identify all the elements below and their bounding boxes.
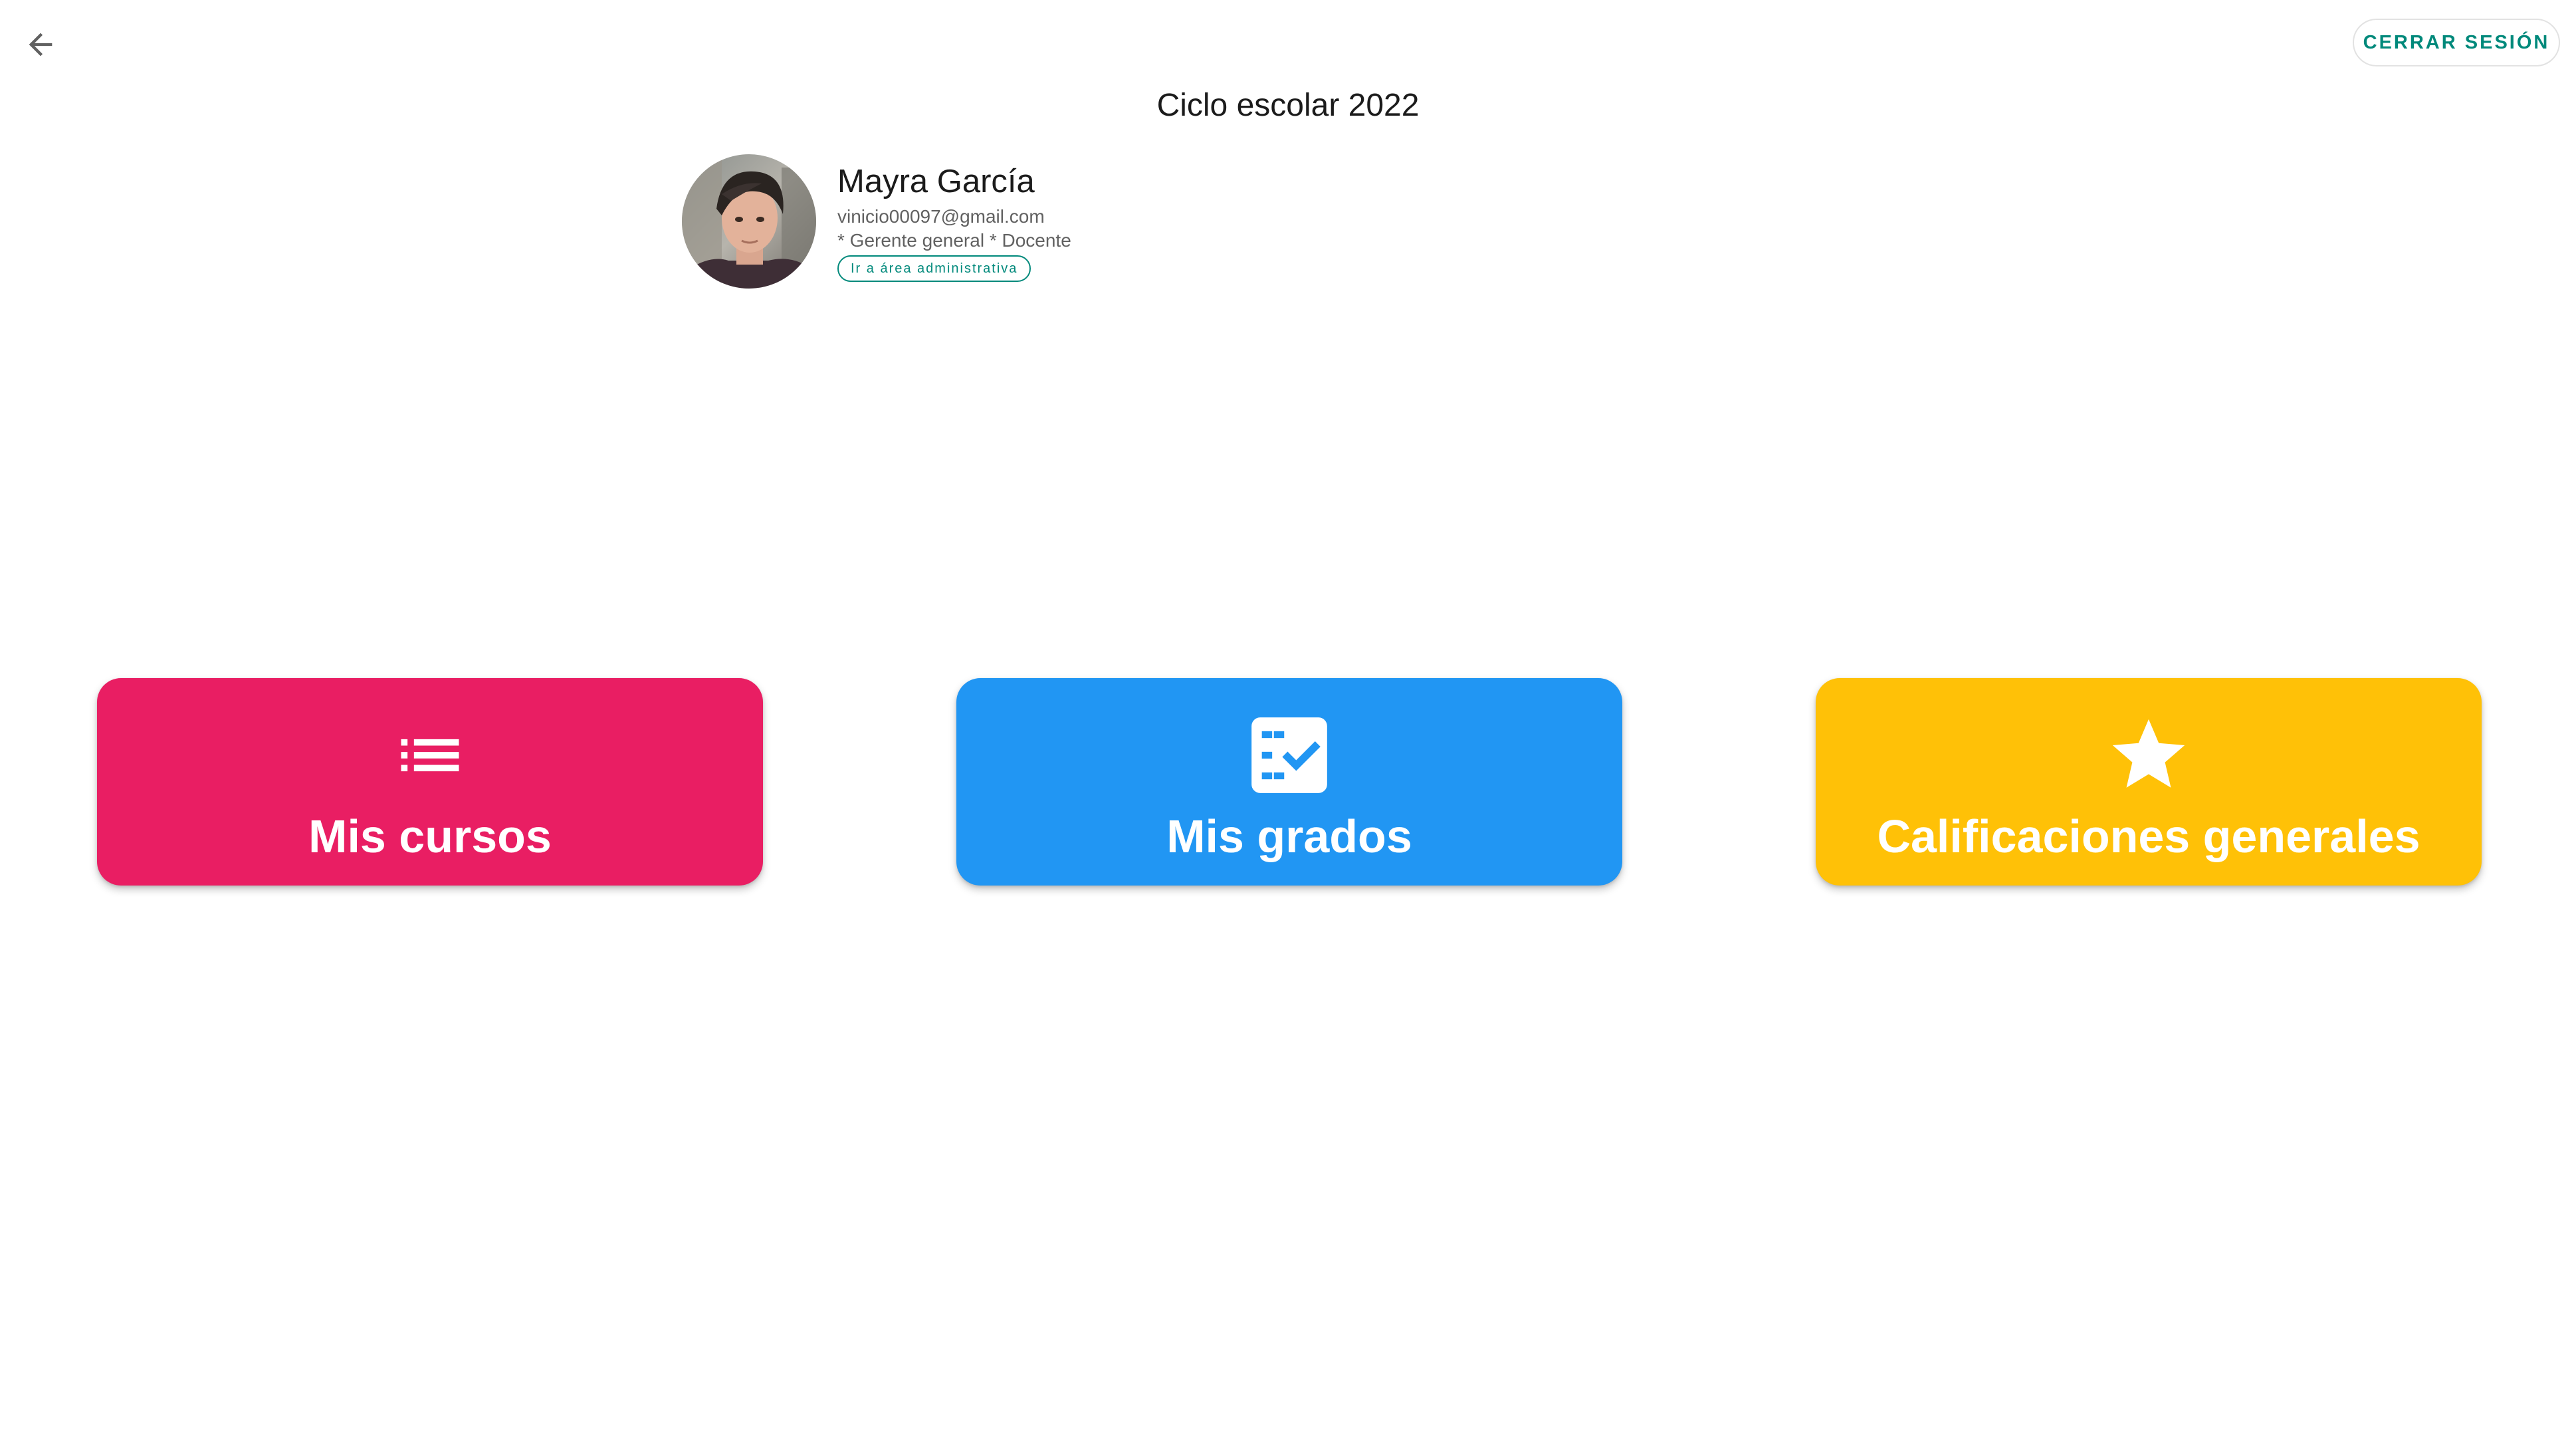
profile-info: Mayra García vinicio00097@gmail.com * Ge… [837,161,1071,282]
back-button[interactable] [12,16,69,73]
my-grades-label: Mis grados [1166,810,1412,862]
star-icon [2105,715,2192,795]
user-roles: * Gerente general * Docente [837,230,1071,251]
arrow-left-icon [29,33,53,57]
page: CERRAR SESIÓN Ciclo escolar 2022 Mayra G… [0,0,2576,1436]
admin-area-button[interactable]: Ir a área administrativa [837,255,1031,282]
user-email: vinicio00097@gmail.com [837,206,1045,227]
avatar-photo [682,154,816,289]
general-grades-label: Calificaciones generales [1877,810,2420,862]
avatar [682,154,816,289]
list-icon [391,715,469,795]
user-profile: Mayra García vinicio00097@gmail.com * Ge… [682,154,1071,289]
page-title: Ciclo escolar 2022 [1156,88,1420,123]
my-grades-card[interactable]: Mis grados [956,678,1622,886]
logout-button[interactable]: CERRAR SESIÓN [2353,19,2560,66]
checklist-icon [1248,715,1331,795]
user-name: Mayra García [837,164,1035,199]
my-courses-card[interactable]: Mis cursos [97,678,763,886]
my-courses-label: Mis cursos [308,810,552,862]
general-grades-card[interactable]: Calificaciones generales [1816,678,2482,886]
